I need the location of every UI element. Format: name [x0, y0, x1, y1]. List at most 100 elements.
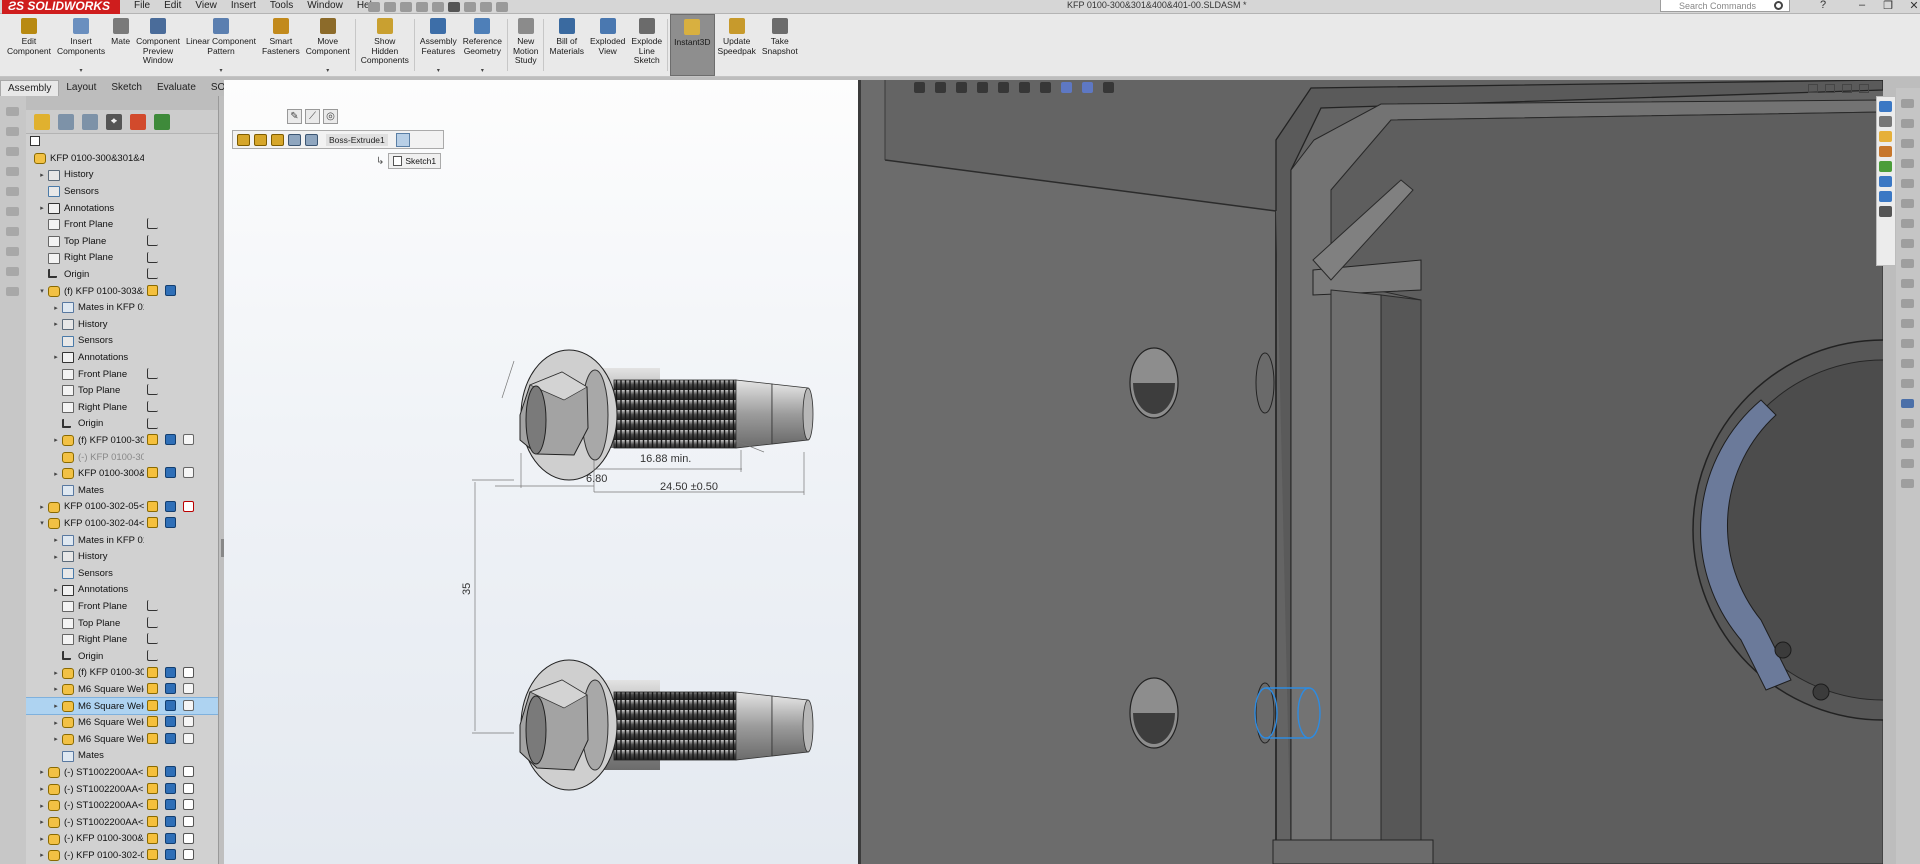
tree-item-kfp-0100-302-07[interactable]: ▸ (-) KFP 0100-302-07< [26, 847, 218, 864]
sketch-visibility-icon[interactable] [183, 782, 194, 794]
dimension-6-80[interactable]: 6.80 [586, 473, 607, 485]
sketch-tool-icon[interactable] [1901, 299, 1914, 308]
expand-arrow-icon[interactable]: ▸ [38, 785, 46, 793]
tree-item-origin[interactable]: Origin [26, 416, 218, 433]
tab-sketch[interactable]: Sketch [104, 80, 150, 96]
tab-assembly[interactable]: Assembly [0, 80, 60, 96]
tree-item-mates[interactable]: Mates [26, 748, 218, 765]
expand-arrow-icon[interactable]: ▸ [38, 818, 46, 826]
display-state-icon[interactable] [183, 716, 194, 728]
tree-item-annotations[interactable]: ▸ Annotations [26, 349, 218, 366]
expand-arrow-icon[interactable]: ▸ [52, 553, 60, 561]
open-document-icon[interactable] [384, 1, 396, 12]
sketch-tool-icon[interactable] [1901, 479, 1914, 488]
dimension-35[interactable]: 35 [461, 583, 473, 595]
tree-item-kfp-0100-300-301-400[interactable]: KFP 0100-300&301&400& [26, 150, 218, 167]
configuration-icon[interactable] [165, 284, 176, 296]
menu-tools[interactable]: Tools [270, 0, 293, 13]
save-icon[interactable] [400, 1, 412, 12]
sketch-tool-icon[interactable] [1901, 319, 1914, 328]
expand-arrow-icon[interactable]: ▸ [52, 320, 60, 328]
configuration-icon[interactable] [165, 467, 176, 479]
sketch-visibility-icon[interactable] [183, 849, 194, 861]
sketch-tool-icon[interactable] [1901, 239, 1914, 248]
tree-item-sensors[interactable]: Sensors [26, 565, 218, 582]
hide-show-items-icon[interactable] [1040, 82, 1051, 93]
sketch-tool-icon[interactable] [1901, 339, 1914, 348]
sketch-tool-icon[interactable] [1901, 459, 1914, 468]
expand-arrow-icon[interactable]: ▸ [38, 171, 46, 179]
display-style-icon[interactable] [1019, 82, 1030, 93]
close-icon[interactable]: ✕ [1908, 0, 1920, 12]
collapse-arrow-icon[interactable]: ▾ [38, 287, 46, 295]
tab-evaluate[interactable]: Evaluate [150, 80, 204, 96]
display-manager-tab-icon[interactable] [130, 113, 146, 130]
tool-icon[interactable] [6, 167, 19, 176]
tree-item-origin[interactable]: Origin [26, 648, 218, 665]
instant3d-tool-icon[interactable] [1901, 399, 1914, 408]
dimension-16-88-min[interactable]: 16.88 min. [640, 453, 691, 465]
expand-arrow-icon[interactable]: ▸ [38, 204, 46, 212]
design-library-icon[interactable] [1879, 116, 1892, 127]
menu-file[interactable]: File [134, 0, 150, 13]
bolt-drawing[interactable]: 6.80 16.88 min. 24.50 ±0.50 35 [224, 80, 860, 864]
tree-item-mates-in-kfp-010[interactable]: ▸ Mates in KFP 010 [26, 299, 218, 316]
plane-visibility-icon[interactable] [147, 268, 158, 280]
plane-visibility-icon[interactable] [147, 600, 158, 612]
filter-icon[interactable] [30, 136, 40, 146]
tree-item-right-plane[interactable]: Right Plane [26, 399, 218, 416]
sketch-tool-icon[interactable] [1901, 119, 1914, 128]
edit-appearance-icon[interactable] [1061, 82, 1072, 93]
expand-arrow-icon[interactable]: ▸ [38, 768, 46, 776]
tree-item-sensors[interactable]: Sensors [26, 333, 218, 350]
tree-item-f-kfp-0100-302[interactable]: ▸ (f) KFP 0100-302 [26, 665, 218, 682]
dimxpert-tab-icon[interactable]: ⌖ [106, 113, 122, 130]
ribbon-show-hidden-components-button[interactable]: Show Hidden Components [358, 14, 412, 76]
display-state-icon[interactable] [183, 699, 194, 711]
viewport-restore-icon[interactable] [1825, 84, 1835, 93]
tool-icon[interactable] [6, 247, 19, 256]
plane-visibility-icon[interactable] [147, 367, 158, 379]
configuration-icon[interactable] [165, 666, 176, 678]
tree-item-right-plane[interactable]: Right Plane [26, 631, 218, 648]
rebuild-icon[interactable] [464, 1, 476, 12]
sketch-tool-icon[interactable] [1901, 379, 1914, 388]
restore-icon[interactable]: ❐ [1882, 0, 1894, 12]
graphics-area[interactable]: ✎ ⟋ ◎ Boss-Extrude1 ↳ Sketch1 6.80 16.88… [224, 80, 1883, 864]
component-state-icon[interactable] [147, 699, 158, 711]
menu-window[interactable]: Window [307, 0, 343, 13]
ribbon-move-component-button[interactable]: Move Component ▾ [303, 14, 353, 76]
component-state-icon[interactable] [147, 517, 158, 529]
component-state-icon[interactable] [147, 782, 158, 794]
file-properties-icon[interactable] [480, 1, 492, 12]
dropdown-arrow-icon[interactable]: ▾ [326, 67, 329, 77]
component-state-icon[interactable] [147, 467, 158, 479]
sketch-visibility-icon[interactable] [183, 832, 194, 844]
ribbon-bill-of-materials-button[interactable]: Bill of Materials [546, 14, 586, 76]
plane-visibility-icon[interactable] [147, 218, 158, 230]
tree-item-front-plane[interactable]: Front Plane [26, 598, 218, 615]
ribbon-insert-components-button[interactable]: Insert Components ▾ [54, 14, 108, 76]
section-view-icon[interactable] [977, 82, 988, 93]
tree-filter[interactable] [26, 134, 218, 150]
ribbon-new-motion-study-button[interactable]: New Motion Study [510, 14, 542, 76]
select-icon[interactable] [448, 1, 460, 12]
appearance-tab-icon[interactable] [154, 113, 170, 130]
plane-visibility-icon[interactable] [147, 616, 158, 628]
expand-arrow-icon[interactable]: ▸ [38, 503, 46, 511]
tree-item-kfp-0100-300[interactable]: (-) KFP 0100-300 [26, 449, 218, 466]
configuration-icon[interactable] [165, 500, 176, 512]
tree-item-top-plane[interactable]: Top Plane [26, 382, 218, 399]
plane-visibility-icon[interactable] [147, 251, 158, 263]
tree-item-m6-square-weld[interactable]: ▸ M6 Square Weld [26, 731, 218, 748]
viewport-close-icon[interactable] [1859, 84, 1869, 93]
tree-item-m6-square-weld[interactable]: ▸ M6 Square Weld [26, 714, 218, 731]
configuration-icon[interactable] [165, 733, 176, 744]
tree-item-m6-square-weld[interactable]: ▸ M6 Square Weld [26, 696, 218, 716]
component-state-icon[interactable] [147, 766, 158, 778]
feature-manager-tab-icon[interactable] [34, 113, 50, 130]
bolt-lower[interactable] [519, 659, 814, 791]
menu-edit[interactable]: Edit [164, 0, 181, 13]
tree-item-sensors[interactable]: Sensors [26, 183, 218, 200]
ribbon-instant3d-button[interactable]: Instant3D [670, 14, 715, 76]
